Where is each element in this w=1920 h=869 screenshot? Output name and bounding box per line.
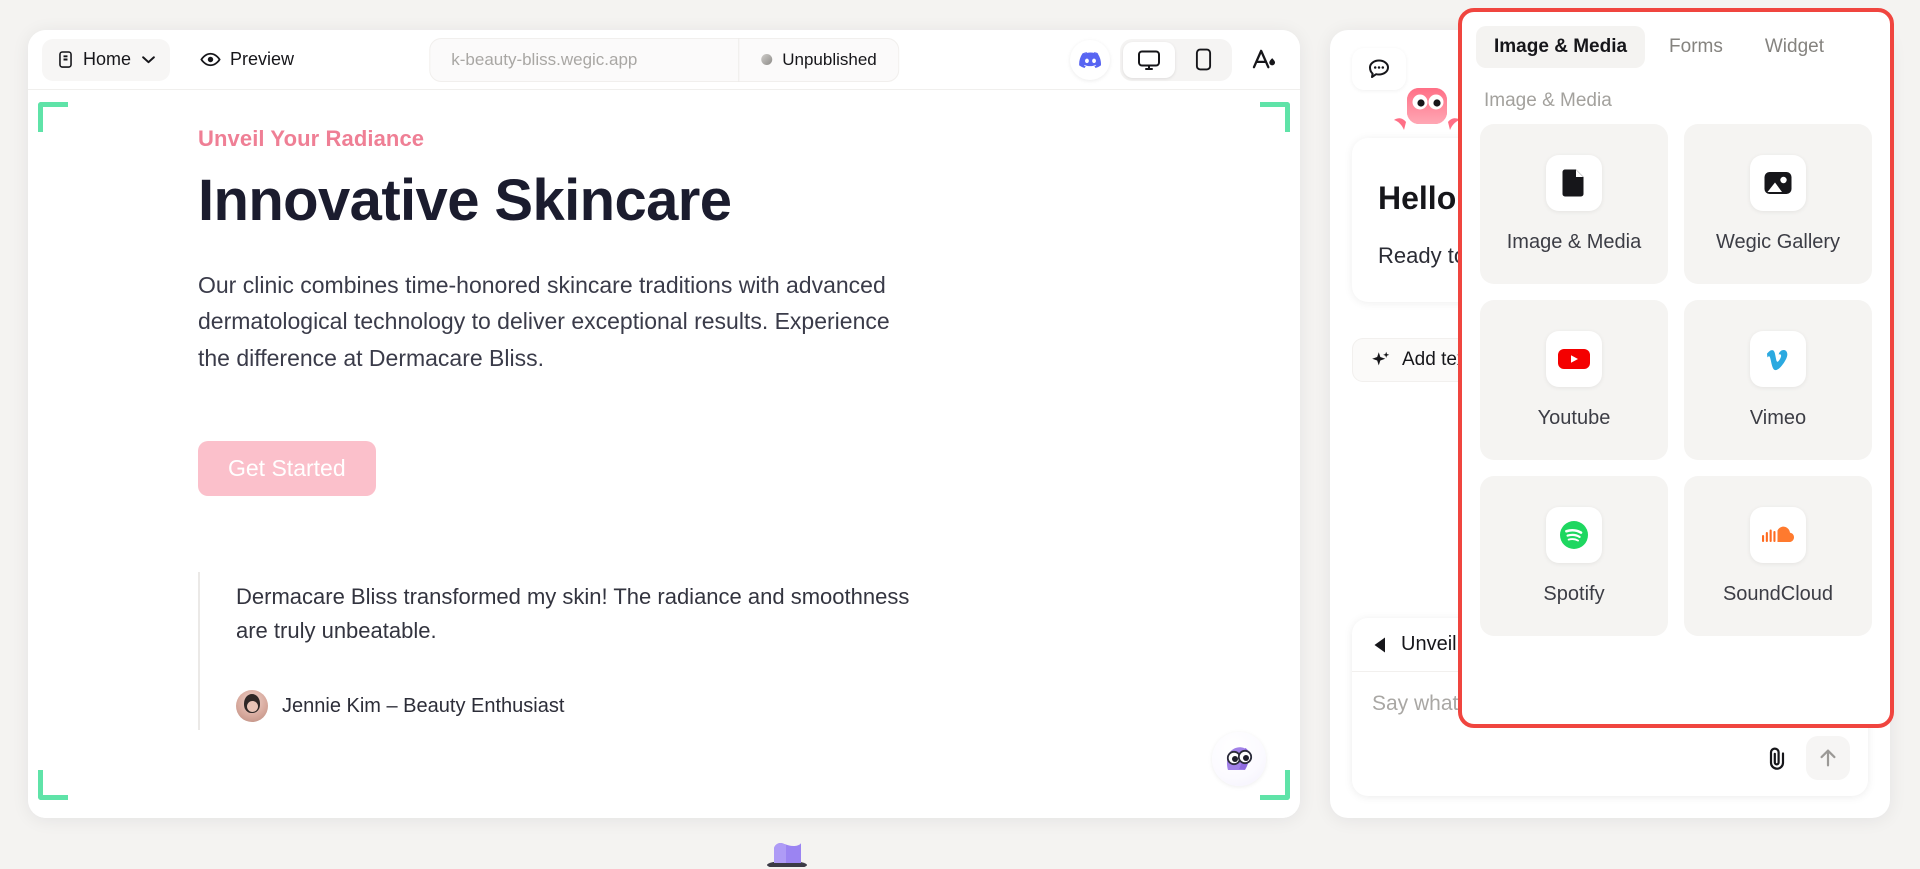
media-option-soundcloud[interactable]: SoundCloud bbox=[1684, 476, 1872, 636]
tab-image-media[interactable]: Image & Media bbox=[1476, 26, 1646, 68]
soundcloud-icon bbox=[1750, 506, 1806, 563]
preview-label: Preview bbox=[230, 49, 295, 69]
publish-status-label: Unpublished bbox=[782, 49, 877, 69]
media-option-youtube[interactable]: Youtube bbox=[1480, 300, 1668, 460]
site-url-input[interactable]: k-beauty-bliss.wegic.app bbox=[429, 37, 740, 82]
desktop-icon bbox=[1137, 49, 1161, 71]
media-option-label: Vimeo bbox=[1749, 406, 1807, 429]
vimeo-icon bbox=[1750, 330, 1806, 387]
tab-widget[interactable]: Widget bbox=[1747, 26, 1842, 68]
file-image-icon bbox=[1546, 154, 1602, 211]
media-option-label: Youtube bbox=[1537, 406, 1611, 429]
selection-corner-bottom-left bbox=[38, 770, 68, 800]
tab-forms[interactable]: Forms bbox=[1651, 26, 1741, 68]
device-mobile-button[interactable] bbox=[1177, 42, 1229, 78]
get-started-button[interactable]: Get Started bbox=[198, 441, 376, 497]
hero-section: Unveil Your Radiance Innovative Skincare… bbox=[28, 90, 1300, 497]
send-message-button[interactable] bbox=[1806, 736, 1850, 780]
chevron-down-icon bbox=[141, 55, 156, 64]
back-arrow-icon bbox=[1372, 636, 1388, 654]
text-style-button[interactable] bbox=[1242, 40, 1286, 80]
media-option-spotify[interactable]: Spotify bbox=[1480, 476, 1668, 636]
media-option-label: Wegic Gallery bbox=[1715, 230, 1841, 253]
purple-mascot-icon[interactable] bbox=[1212, 732, 1266, 786]
eye-icon bbox=[200, 49, 221, 70]
youtube-icon bbox=[1546, 330, 1602, 387]
spotify-icon bbox=[1546, 506, 1602, 563]
publish-status-button[interactable]: Unpublished bbox=[739, 38, 899, 82]
composer-actions bbox=[1352, 722, 1868, 796]
avatar bbox=[236, 690, 268, 723]
media-option-label: SoundCloud bbox=[1722, 582, 1834, 605]
purple-blob-icon bbox=[764, 841, 810, 867]
hero-eyebrow: Unveil Your Radiance bbox=[198, 126, 425, 151]
testimonial-author-row: Jennie Kim – Beauty Enthusiast bbox=[236, 690, 938, 723]
testimonial-quote: Dermacare Bliss transformed my skin! The… bbox=[236, 584, 910, 644]
topbar-actions bbox=[1070, 38, 1286, 81]
editor-topbar: Home Preview k-beauty-bliss.wegic.app Un… bbox=[28, 30, 1300, 90]
popover-section-title: Image & Media bbox=[1484, 90, 1612, 111]
popover-tabs: Image & Media Forms Widget bbox=[1462, 12, 1890, 74]
discord-icon bbox=[1078, 51, 1102, 69]
site-url-group: k-beauty-bliss.wegic.app Unpublished bbox=[429, 37, 899, 82]
chat-bubble-icon bbox=[1367, 58, 1391, 80]
attach-file-button[interactable] bbox=[1760, 741, 1794, 775]
pink-mascot-icon bbox=[1386, 86, 1468, 148]
page-icon bbox=[56, 50, 75, 69]
media-options-grid: Image & Media Wegic Gallery Youtube Vime… bbox=[1462, 120, 1890, 654]
hero-body: Our clinic combines time-honored skincar… bbox=[198, 271, 890, 372]
site-canvas: Unveil Your Radiance Innovative Skincare… bbox=[28, 90, 1300, 818]
device-desktop-button[interactable] bbox=[1123, 41, 1175, 78]
font-color-icon bbox=[1252, 48, 1277, 71]
gallery-icon bbox=[1750, 154, 1806, 211]
preview-button[interactable]: Preview bbox=[184, 39, 310, 81]
paperclip-icon bbox=[1766, 746, 1788, 770]
media-option-label: Image & Media bbox=[1506, 230, 1642, 253]
editor-window: Home Preview k-beauty-bliss.wegic.app Un… bbox=[28, 30, 1300, 818]
media-option-vimeo[interactable]: Vimeo bbox=[1684, 300, 1872, 460]
status-dot-icon bbox=[761, 54, 773, 65]
media-option-wegic-gallery[interactable]: Wegic Gallery bbox=[1684, 124, 1872, 284]
chat-history-button[interactable] bbox=[1352, 48, 1406, 90]
hero-title: Innovative Skincare bbox=[198, 168, 732, 233]
discord-button[interactable] bbox=[1070, 39, 1110, 80]
mobile-icon bbox=[1195, 48, 1212, 71]
sparkle-icon bbox=[1370, 350, 1391, 371]
selection-corner-bottom-right bbox=[1260, 770, 1290, 800]
arrow-up-icon bbox=[1817, 747, 1839, 769]
device-toggle-group bbox=[1120, 38, 1232, 81]
testimonial-block: Dermacare Bliss transformed my skin! The… bbox=[198, 572, 938, 731]
media-option-image-media[interactable]: Image & Media bbox=[1480, 124, 1668, 284]
testimonial-author-name: Jennie Kim – Beauty Enthusiast bbox=[282, 694, 565, 717]
image-media-popover: Image & Media Forms Widget Image & Media… bbox=[1458, 8, 1894, 728]
page-selector-label: Home bbox=[83, 49, 132, 69]
media-option-label: Spotify bbox=[1543, 582, 1605, 605]
page-selector-home[interactable]: Home bbox=[42, 38, 171, 81]
app-root: Home Preview k-beauty-bliss.wegic.app Un… bbox=[0, 0, 1920, 869]
